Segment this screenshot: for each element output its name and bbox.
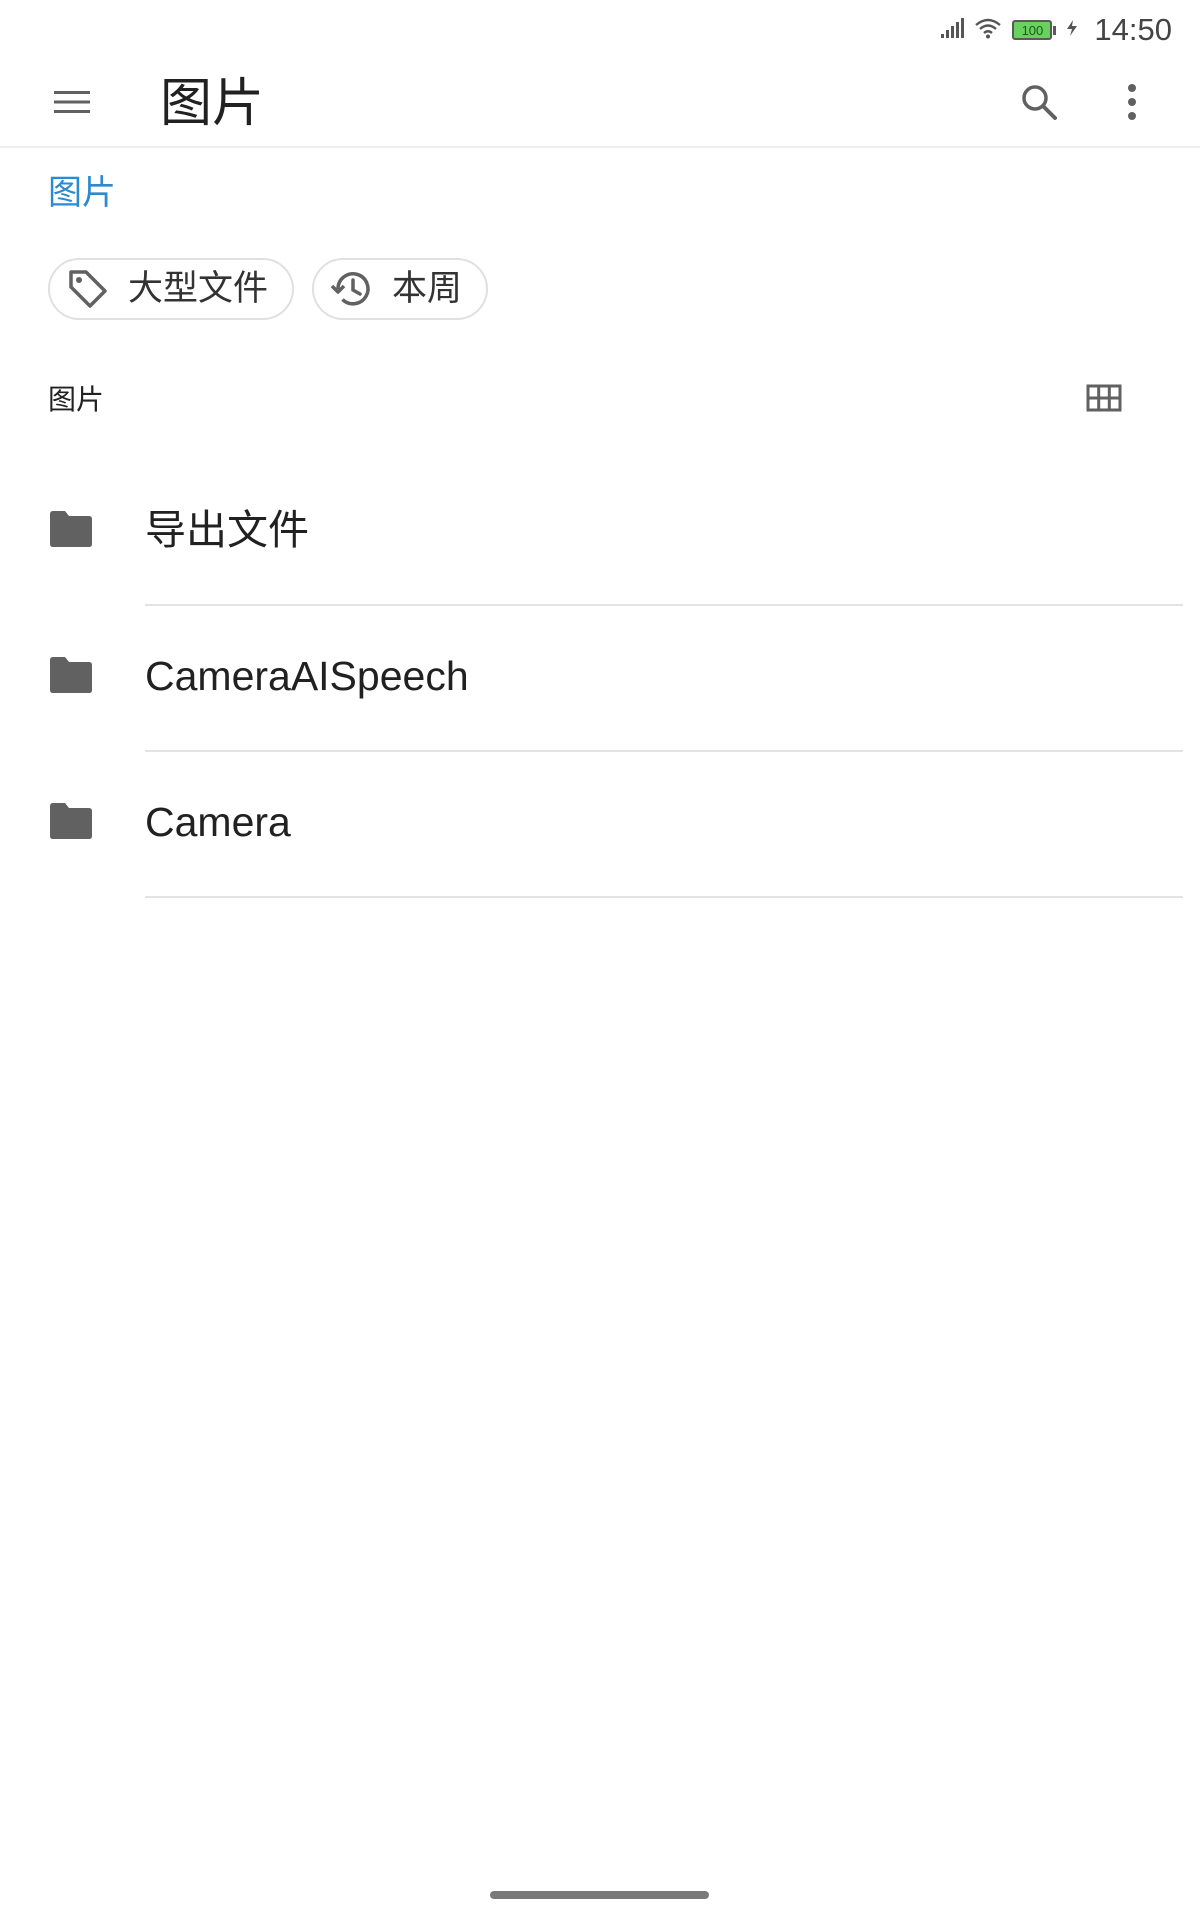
menu-icon <box>52 88 92 120</box>
chip-large-files[interactable]: 大型文件 <box>48 258 295 320</box>
chip-this-week[interactable]: 本周 <box>312 258 489 320</box>
page-title: 图片 <box>160 74 265 134</box>
history-icon <box>330 267 374 311</box>
more-options-button[interactable] <box>1098 70 1166 138</box>
battery-tip <box>1053 25 1057 35</box>
charging-icon <box>1066 19 1078 41</box>
wifi-icon <box>974 17 1002 43</box>
menu-button[interactable] <box>38 70 106 138</box>
breadcrumb[interactable]: 图片 <box>48 168 116 218</box>
list-item[interactable]: 导出文件 <box>0 460 1200 606</box>
view-toggle-button[interactable] <box>1078 374 1130 426</box>
folder-icon <box>48 656 94 694</box>
list-item[interactable]: Camera <box>0 752 1200 898</box>
search-button[interactable] <box>1005 70 1073 138</box>
folder-icon <box>48 802 94 840</box>
status-time: 14:50 <box>1094 12 1172 47</box>
folder-name: CameraAISpeech <box>145 653 469 699</box>
list-item[interactable]: CameraAISpeech <box>0 606 1200 752</box>
section-title: 图片 <box>48 383 105 416</box>
folder-name: 导出文件 <box>145 507 309 553</box>
battery-level: 100 <box>1021 22 1044 38</box>
app-bar: 图片 <box>0 60 1200 148</box>
status-icons: 100 14:50 <box>940 12 1172 48</box>
more-vert-icon <box>1126 83 1138 125</box>
folder-name: Camera <box>145 799 291 845</box>
battery-body: 100 <box>1012 20 1053 40</box>
grid-view-icon <box>1086 384 1122 416</box>
tag-icon <box>66 267 110 311</box>
chip-label: 大型文件 <box>128 268 269 309</box>
signal-icon <box>940 17 965 43</box>
status-bar: 100 14:50 <box>0 0 1200 60</box>
filter-chips: 大型文件 本周 <box>48 258 489 320</box>
battery-icon: 100 <box>1012 20 1057 40</box>
home-indicator[interactable] <box>490 1891 709 1899</box>
folder-list: 导出文件 CameraAISpeech Camera <box>0 460 1200 898</box>
chip-label: 本周 <box>392 268 463 309</box>
search-icon <box>1019 82 1059 126</box>
folder-icon <box>48 510 94 548</box>
divider <box>145 896 1183 898</box>
